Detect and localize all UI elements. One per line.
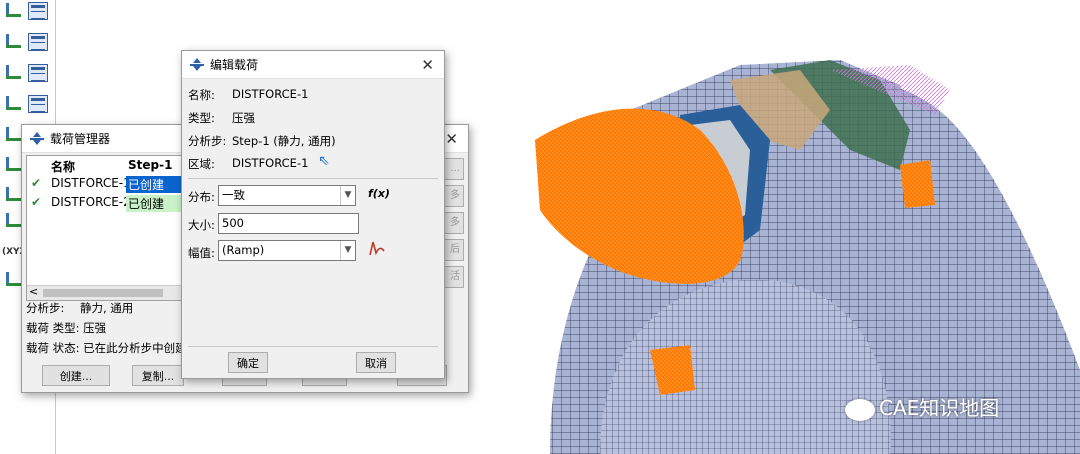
- edit-load-dialog: 编辑载荷 ✕ 名称: DISTFORCE-1 类型: 压强 分析步: Step-…: [181, 50, 445, 379]
- load-icon[interactable]: [4, 3, 22, 19]
- magnitude-label: 大小:: [188, 218, 215, 232]
- step-info-value: 静力, 通用: [80, 301, 134, 315]
- amplitude-select[interactable]: (Ramp) ▼: [218, 240, 356, 261]
- divider: [188, 178, 438, 179]
- special-icon[interactable]: [4, 127, 22, 143]
- side-button-2[interactable]: 多: [442, 212, 464, 234]
- distribution-value: 一致: [222, 188, 245, 202]
- load-case-manager-icon[interactable]: [28, 95, 48, 113]
- create-button[interactable]: 创建...: [42, 365, 110, 386]
- xyz-csys-icon[interactable]: (XYZ): [2, 247, 30, 265]
- watermark: CAE知识地图: [845, 392, 999, 421]
- load-status[interactable]: 已创建: [126, 176, 185, 193]
- side-button-edit[interactable]: ...: [442, 158, 464, 180]
- cursor-select-icon[interactable]: [4, 187, 22, 203]
- cancel-button[interactable]: 取消: [356, 352, 396, 373]
- field-manager-icon[interactable]: [28, 64, 48, 82]
- amplitude-curve-icon[interactable]: [368, 239, 386, 257]
- load-table[interactable]: 名称 Step-1 ✔ DISTFORCE-1 已创建 ✔ DISTFORCE-…: [26, 155, 188, 301]
- transform-icon[interactable]: [4, 272, 22, 288]
- divider: [188, 346, 438, 347]
- step-value: Step-1 (静力, 通用): [232, 134, 336, 148]
- boundary-condition-icon[interactable]: [4, 34, 22, 50]
- datum-icon[interactable]: [4, 213, 22, 229]
- load-name: DISTFORCE-2: [51, 195, 126, 209]
- chevron-down-icon[interactable]: ▼: [340, 186, 355, 205]
- close-icon[interactable]: ✕: [445, 130, 458, 148]
- region-value: DISTFORCE-1: [232, 156, 309, 170]
- load-manager-icon: [30, 131, 44, 146]
- scroll-thumb[interactable]: [43, 289, 163, 297]
- amplitude-label: 幅值:: [188, 246, 215, 260]
- step-label: 分析步:: [188, 134, 227, 148]
- predefined-field-icon[interactable]: [4, 65, 22, 81]
- load-manager-icon[interactable]: [28, 2, 48, 20]
- distribution-label: 分布:: [188, 190, 215, 204]
- step-info-label: 分析步:: [26, 301, 65, 315]
- bc-manager-icon[interactable]: [28, 33, 48, 51]
- column-header-name[interactable]: 名称: [51, 158, 75, 174]
- check-icon: ✔: [31, 176, 42, 190]
- ok-button[interactable]: 确定: [228, 352, 268, 373]
- wechat-icon: [845, 398, 875, 421]
- pressure-load-arrows-right: [900, 160, 935, 208]
- load-status-info: 载荷 状态: 已在此分析步中创建: [26, 341, 187, 355]
- type-value: 压强: [232, 111, 255, 125]
- close-icon[interactable]: ✕: [421, 56, 434, 74]
- side-button-1[interactable]: 多: [442, 185, 464, 207]
- edit-load-title: 编辑载荷: [210, 58, 259, 72]
- edit-load-icon: [190, 57, 204, 72]
- load-case-icon[interactable]: [4, 96, 22, 112]
- side-button-4[interactable]: 活: [442, 266, 464, 288]
- load-status[interactable]: 已创建: [126, 195, 185, 212]
- scroll-left-icon[interactable]: <: [29, 285, 38, 298]
- side-button-3[interactable]: 后: [442, 239, 464, 261]
- region-label: 区域:: [188, 157, 215, 171]
- region-pick-cursor-icon[interactable]: ⇖: [318, 153, 330, 169]
- name-value: DISTFORCE-1: [232, 87, 309, 101]
- load-type-info: 载荷 类型: 压强: [26, 321, 107, 335]
- check-icon: ✔: [31, 195, 42, 209]
- table-row[interactable]: ✔ DISTFORCE-1 已创建: [27, 176, 185, 194]
- distribution-select[interactable]: 一致 ▼: [218, 185, 356, 206]
- magnitude-input[interactable]: 500: [218, 213, 359, 234]
- table-row[interactable]: ✔ DISTFORCE-2 已创建: [27, 195, 185, 213]
- fx-button[interactable]: f(x): [368, 187, 390, 200]
- column-header-step[interactable]: Step-1: [128, 158, 172, 174]
- amplitude-value: (Ramp): [222, 243, 265, 257]
- horizontal-scrollbar[interactable]: <: [27, 285, 185, 300]
- copy-button[interactable]: 复制...: [132, 365, 184, 386]
- watermark-text: CAE知识地图: [879, 396, 1000, 420]
- name-label: 名称:: [188, 88, 215, 102]
- type-label: 类型:: [188, 111, 215, 125]
- edit-pencil-icon[interactable]: [4, 157, 22, 173]
- edit-load-titlebar[interactable]: 编辑载荷 ✕: [182, 51, 444, 79]
- load-manager-title: 载荷管理器: [50, 132, 111, 146]
- load-name: DISTFORCE-1: [51, 176, 126, 190]
- chevron-down-icon[interactable]: ▼: [340, 241, 355, 260]
